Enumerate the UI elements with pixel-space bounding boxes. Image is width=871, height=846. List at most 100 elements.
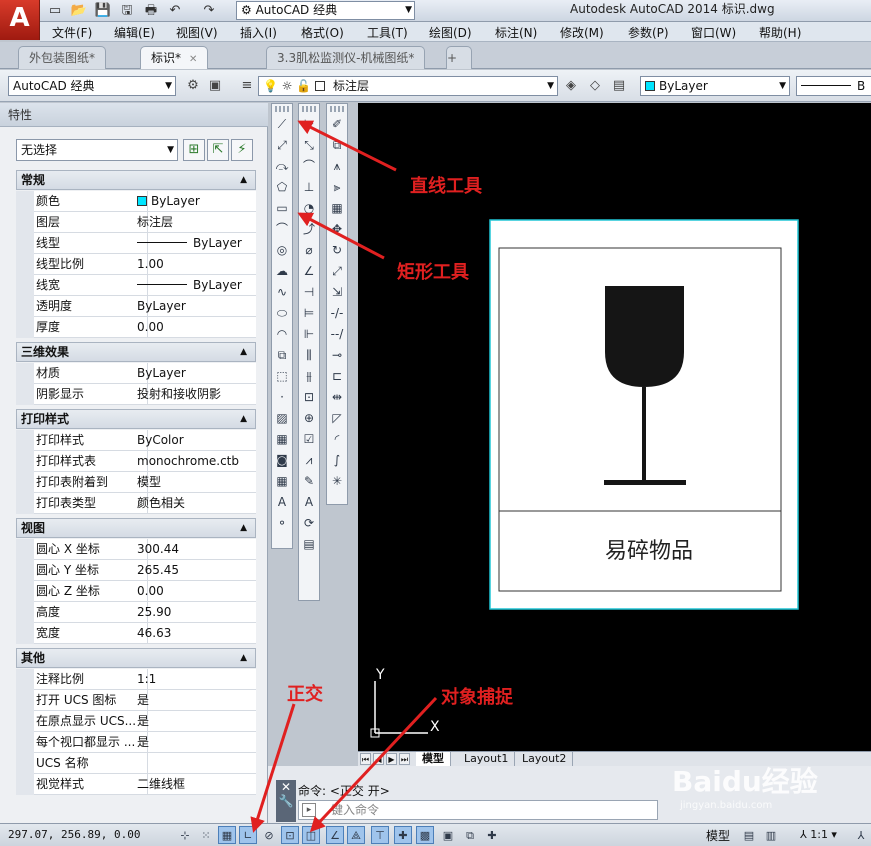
dynamic-input-icon[interactable]: ⊤ [371,826,389,844]
collapse-icon[interactable]: ▲ [240,649,247,667]
rectangle-tool-icon[interactable]: ▭ [272,198,292,219]
undo-icon[interactable]: ↶ [166,2,184,19]
application-menu-button[interactable]: A [0,0,40,40]
workspace-dropdown[interactable]: ⚙ AutoCAD 经典 ▼ [236,1,415,20]
property-value[interactable]: 投射和接收阴影 [137,384,255,405]
grid-display-icon[interactable]: ▦ [218,826,236,844]
ortho-mode-icon[interactable]: ∟ [239,826,257,844]
property-row[interactable]: 注释比例 1:1 [16,669,256,690]
property-value[interactable]: ByLayer [137,296,255,317]
new-tab-button[interactable]: + [446,46,472,69]
layer-properties-icon[interactable]: ≡ [238,77,256,95]
menu-file[interactable]: 文件(F) [52,24,92,41]
next-tab-icon[interactable]: ▶ [386,753,397,765]
jogged-dimension-icon[interactable]: ⤴ [299,219,319,240]
quick-dimension-icon[interactable]: ⊣ [299,282,319,303]
property-value[interactable]: 标注层 [137,212,255,233]
break-icon[interactable]: ⊏ [327,366,347,387]
property-value[interactable]: 0.00 [137,317,255,338]
trim-icon[interactable]: -/- [327,303,347,324]
tab-layout2[interactable]: Layout2 [516,752,574,767]
line-tool-icon[interactable]: ⟋ [272,114,292,135]
spline-icon[interactable]: ∿ [272,282,292,303]
toolbar-grip[interactable] [302,106,316,112]
add-selected-icon[interactable]: ⚬ [272,513,292,534]
section-header[interactable]: 其他 ▲ [16,648,256,668]
mirror-icon[interactable]: ⩚ [327,156,347,177]
dimension-break-icon[interactable]: ⫵ [299,366,319,387]
property-value[interactable]: 300.44 [137,539,255,560]
property-row[interactable]: 厚度 0.00 [16,317,256,338]
property-value[interactable]: 46.63 [137,623,255,644]
gradient-icon[interactable]: ▦ [272,429,292,450]
drawing-canvas[interactable]: 易碎物品 Y X [358,103,871,751]
section-header[interactable]: 视图 ▲ [16,518,256,538]
menu-window[interactable]: 窗口(W) [691,24,736,41]
close-icon[interactable]: ✕ [276,780,296,794]
insert-block-icon[interactable]: ⧉ [272,345,292,366]
last-tab-icon[interactable]: ⏭ [399,753,410,765]
property-value[interactable]: 模型 [137,472,255,493]
linear-dimension-icon[interactable]: ⊢ [299,114,319,135]
rotate-icon[interactable]: ↻ [327,240,347,261]
toolbar-grip[interactable] [330,106,344,112]
revision-cloud-icon[interactable]: ☁ [272,261,292,282]
new-file-icon[interactable]: ▭ [46,2,64,19]
tab-label-drawing[interactable]: 标识* ✕ [140,46,209,69]
property-value[interactable]: ByColor [137,430,255,451]
property-value[interactable]: 0.00 [137,581,255,602]
tab-monitor-drawing[interactable]: 3.3肌松监测仪-机械图纸* [266,46,426,69]
property-value[interactable]: 是 [137,711,255,732]
property-row[interactable]: 打印表附着到 模型 [16,472,256,493]
menu-view[interactable]: 视图(V) [176,24,218,41]
aligned-dimension-icon[interactable]: ⤡ [299,135,319,156]
property-value[interactable]: 是 [137,690,255,711]
save-icon[interactable]: 💾 [94,2,112,19]
menu-tools[interactable]: 工具(T) [367,24,408,41]
polygon-icon[interactable]: ⬠ [272,177,292,198]
menu-modify[interactable]: 修改(M) [560,24,604,41]
menu-parametric[interactable]: 参数(P) [628,24,669,41]
menu-insert[interactable]: 插入(I) [240,24,277,41]
property-row[interactable]: 打印表类型 颜色相关 [16,493,256,514]
property-value[interactable]: ByLayer [137,233,255,254]
menu-dimension[interactable]: 标注(N) [495,24,537,41]
tolerance-icon[interactable]: ⊡ [299,387,319,408]
save-as-icon[interactable]: 🖫 [118,2,136,19]
dimension-text-edit-icon[interactable]: A [299,492,319,513]
property-row[interactable]: 材质 ByLayer [16,363,256,384]
property-row[interactable]: 打印样式表 monochrome.ctb [16,451,256,472]
object-snap-icon[interactable]: ⊡ [281,826,299,844]
arc-length-icon[interactable]: ⌒ [299,156,319,177]
move-icon[interactable]: ✥ [327,219,347,240]
join-icon[interactable]: ⇹ [327,387,347,408]
color-dropdown[interactable]: ByLayer ▼ [640,76,790,96]
selection-cycling-icon[interactable]: ⧉ [461,826,479,844]
wrench-icon[interactable]: 🔧 [276,794,296,808]
property-row[interactable]: UCS 名称 [16,753,256,774]
quick-select-icon[interactable]: ⚡ [231,139,253,161]
property-value[interactable] [137,753,255,774]
property-value[interactable]: 25.90 [137,602,255,623]
property-row[interactable]: 阴影显示 投射和接收阴影 [16,384,256,405]
explode-icon[interactable]: ✳ [327,471,347,492]
workspace-settings-icon[interactable]: ▣ [206,77,224,95]
menu-edit[interactable]: 编辑(E) [114,24,155,41]
make-current-layer-icon[interactable]: ◈ [562,77,580,95]
collapse-icon[interactable]: ▲ [240,410,247,428]
blend-curves-icon[interactable]: ∫ [327,450,347,471]
table-icon[interactable]: ▦ [272,471,292,492]
offset-icon[interactable]: ⫸ [327,177,347,198]
collapse-icon[interactable]: ▲ [240,171,247,189]
property-value[interactable]: ByLayer [137,191,255,212]
arc-icon[interactable]: ⌒ [272,219,292,240]
property-row[interactable]: 视觉样式 二维线框 [16,774,256,795]
hatch-icon[interactable]: ▨ [272,408,292,429]
stretch-icon[interactable]: ⇲ [327,282,347,303]
scale-icon[interactable]: ⤢ [327,261,347,282]
dynamic-ucs-icon[interactable]: ⟁ [347,826,365,844]
tab-packaging-drawing[interactable]: 外包装图纸* [18,46,107,69]
property-row[interactable]: 颜色 ByLayer [16,191,256,212]
menu-draw[interactable]: 绘图(D) [429,24,472,41]
3d-object-snap-icon[interactable]: ◫ [302,826,320,844]
